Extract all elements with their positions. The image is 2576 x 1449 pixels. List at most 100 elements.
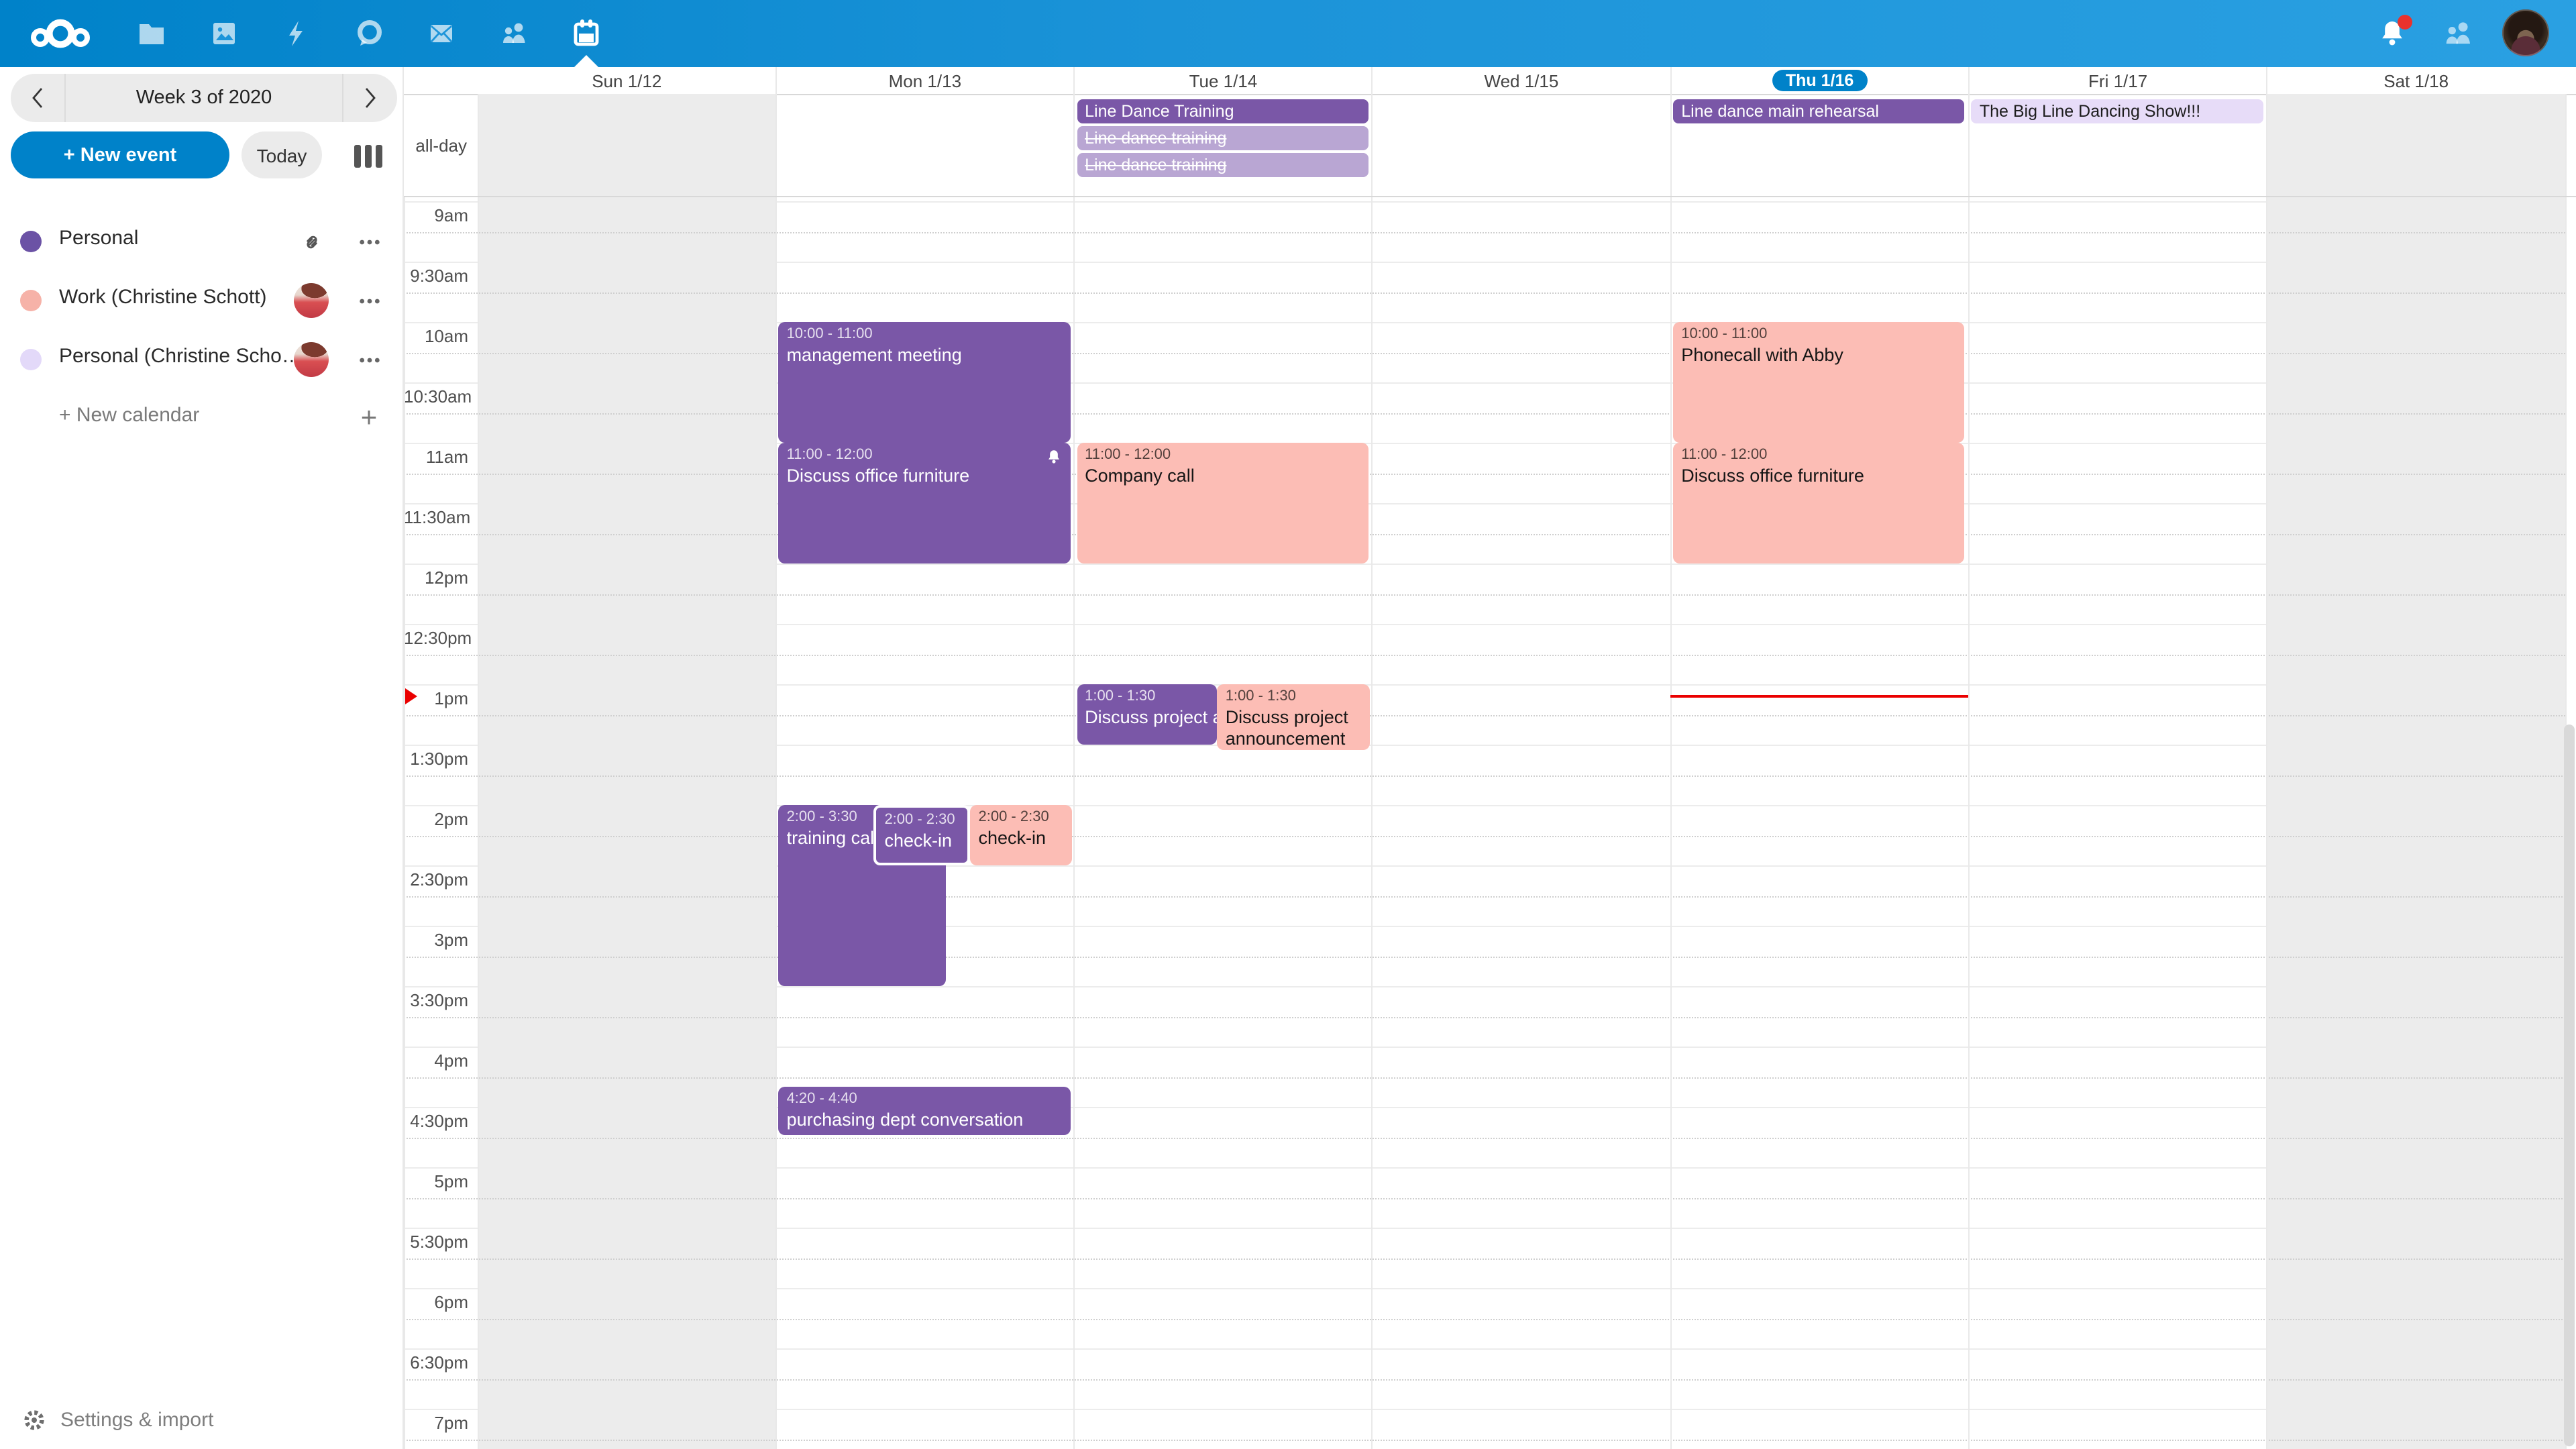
user-avatar[interactable] [2502,9,2549,56]
grid-line-30min [404,1107,2565,1108]
calendar-name: Personal [59,227,138,250]
weekend-shading [478,94,776,196]
grid-line-15min [404,473,2565,474]
grid-line-15min [404,1258,2565,1259]
event-discuss-project-announcement[interactable]: 1:00 - 1:30Discuss project announcement [1218,684,1370,750]
calendar-color-dot [20,349,42,370]
calendar-list-item-1[interactable]: Personal [0,212,402,271]
event-management-meeting[interactable]: 10:00 - 11:00management meeting [779,322,1071,443]
grid-line-15min [404,1197,2565,1199]
notification-badge [2398,15,2412,30]
allday-label: all-day [404,94,467,196]
notifications-bell-button[interactable] [2363,0,2422,67]
chevron-right-icon [362,86,378,110]
allday-event[interactable]: The Big Line Dancing Show!!! [1972,99,2263,123]
calendar-actions-menu-button[interactable] [357,288,381,313]
grid-line-15min [404,714,2565,716]
week-navigation: Week 3 of 2020 [11,74,397,122]
app-icon-talk[interactable] [335,0,402,67]
event-title: check-in [884,830,959,853]
new-event-button[interactable]: + New event [11,131,229,178]
time-axis-label: 12:30pm [404,628,468,648]
day-header-thu[interactable]: Thu 1/16 [1670,67,1969,94]
grid-line-30min [404,986,2565,987]
event-purchasing-dept-conversation[interactable]: 4:20 - 4:40purchasing dept conversation [779,1087,1071,1135]
divider [775,197,777,1449]
week-label[interactable]: Week 3 of 2020 [64,74,343,122]
grid-line-15min [404,1137,2565,1138]
grid-line-30min [404,564,2565,565]
allday-section: all-day Line Dance Training Line dance tr… [404,94,2576,197]
app-icon-mail[interactable] [408,0,475,67]
event-check-in[interactable]: 2:00 - 2:30check-in [971,805,1072,865]
grid-line-30min [404,1409,2565,1410]
previous-week-button[interactable] [11,74,64,122]
app-icon-photos[interactable] [191,0,258,67]
day-header-mon[interactable]: Mon 1/13 [776,67,1075,94]
nextcloud-calendar-app: Week 3 of 2020 + New event Today Persona… [0,0,2576,1449]
header-contacts-menu-button[interactable] [2428,0,2487,67]
talk-bubble-icon [353,17,385,50]
event-company-call[interactable]: 11:00 - 12:00Company call [1077,443,1368,564]
nextcloud-logo[interactable] [20,0,101,67]
time-axis-label: 2:30pm [404,869,468,890]
next-week-button[interactable] [343,74,397,122]
divider [2266,94,2267,196]
event-time: 2:00 - 2:30 [884,810,959,830]
calendar-actions-menu-button[interactable] [357,347,381,372]
allday-event[interactable]: Line dance training [1077,153,1368,177]
contacts-menu-icon [2440,16,2475,51]
app-icon-contacts[interactable] [480,0,547,67]
time-axis-label: 6:30pm [404,1352,468,1373]
calendar-list-item-3[interactable]: Personal (Christine Scho… [0,330,402,389]
day-header-fri[interactable]: Fri 1/17 [1969,67,2267,94]
divider [1670,94,1671,196]
day-header-sat[interactable]: Sat 1/18 [2267,67,2565,94]
day-header-tue[interactable]: Tue 1/14 [1074,67,1373,94]
calendar-name: Personal (Christine Scho… [59,345,302,368]
grid-line-30min [404,805,2565,806]
today-pill: Thu 1/16 [1772,70,1867,91]
calendar-color-dot [20,231,42,252]
grid-line-15min [404,533,2565,535]
event-title: check-in [979,828,1064,850]
vertical-scrollbar-thumb[interactable] [2563,724,2574,1446]
allday-event[interactable]: Line dance main rehearsal [1673,99,1965,123]
shared-by-avatar [294,342,329,377]
event-check-in[interactable]: 2:00 - 2:30check-in [873,805,970,865]
divider [1073,197,1075,1449]
event-time: 11:00 - 12:00 [1085,445,1360,466]
divider [477,197,478,1449]
event-title: management meeting [787,345,1063,367]
app-icon-files[interactable] [118,0,185,67]
day-header-wed[interactable]: Wed 1/15 [1373,67,1671,94]
time-axis-label: 3:30pm [404,990,468,1010]
alarm-bell-icon [1044,448,1062,472]
allday-event[interactable]: Line dance training [1077,126,1368,150]
time-axis-label: 11:30am [404,507,468,527]
app-icon-activity[interactable] [263,0,330,67]
day-header-row: Sun 1/12Mon 1/13Tue 1/14Wed 1/15 Thu 1/16… [404,67,2576,95]
chevron-left-icon [30,86,46,110]
grid-line-30min [404,865,2565,867]
grid-line-15min [404,1379,2565,1380]
event-time: 10:00 - 11:00 [1681,325,1957,345]
event-phonecall-with-abby[interactable]: 10:00 - 11:00Phonecall with Abby [1673,322,1965,443]
today-button[interactable]: Today [241,131,322,178]
lightning-icon [282,19,311,48]
calendar-actions-menu-button[interactable] [357,229,381,254]
grid-line-15min [404,231,2565,233]
allday-event[interactable]: Line Dance Training [1077,99,1368,123]
divider [1372,67,1373,94]
week-view-switcher-button[interactable] [352,140,384,172]
calendar-list-item-2[interactable]: Work (Christine Schott) [0,271,402,330]
event-discuss-office-furniture[interactable]: 11:00 - 12:00Discuss office furniture [1673,443,1965,564]
day-header-sun[interactable]: Sun 1/12 [478,67,776,94]
event-discuss-project-announcement[interactable]: 1:00 - 1:30Discuss project announcement [1077,684,1218,745]
grid-line-15min [404,1439,2565,1440]
settings-and-import-button[interactable]: Settings & import [21,1405,213,1434]
event-discuss-office-furniture[interactable]: 11:00 - 12:00Discuss office furniture [779,443,1071,564]
current-time-line [1670,694,1969,697]
new-calendar-button[interactable]: + New calendar+ [0,389,402,448]
share-link-button[interactable] [299,229,323,254]
